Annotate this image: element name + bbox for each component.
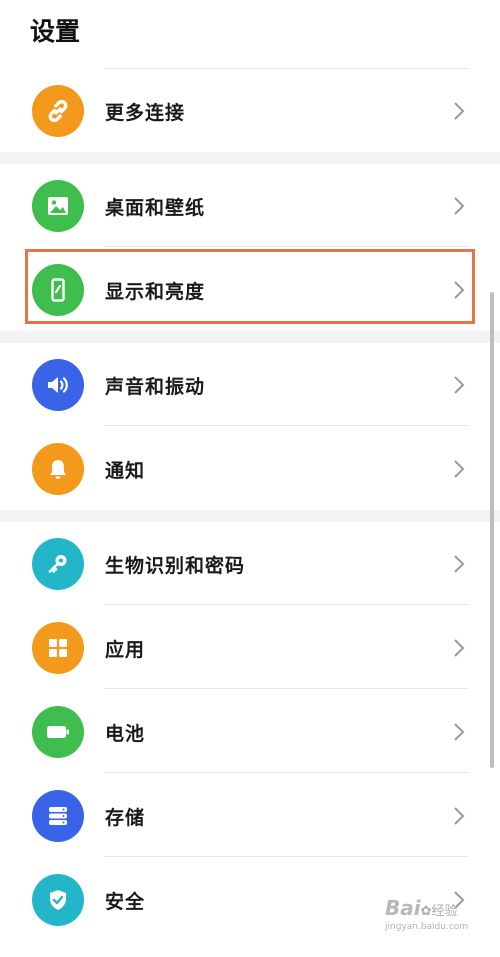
page-title: 设置 (30, 17, 81, 46)
settings-item-desktop-wallpaper[interactable]: 桌面和壁纸 (0, 165, 500, 247)
chevron-right-icon (454, 807, 465, 825)
settings-item-label: 生物识别和密码 (105, 555, 246, 577)
chevron-right-icon (454, 555, 465, 573)
watermark-url: jingyan.baidu.com (385, 922, 469, 932)
settings-item-label: 更多连接 (105, 102, 186, 124)
chevron-right-icon (454, 102, 465, 120)
top-divider (104, 68, 468, 69)
key-icon (32, 538, 84, 590)
settings-item-label: 声音和振动 (105, 376, 206, 398)
highlight-box (25, 249, 475, 324)
chevron-right-icon (454, 376, 465, 394)
settings-item-more-connections[interactable]: 更多连接 (0, 70, 500, 152)
battery-icon (32, 706, 84, 758)
speaker-icon (32, 359, 84, 411)
settings-item-label: 应用 (105, 639, 146, 661)
link-icon (32, 85, 84, 137)
watermark-brand: Bai (385, 896, 421, 920)
group-separator (0, 510, 500, 522)
shield-check-icon (32, 874, 84, 926)
apps-grid-icon (32, 622, 84, 674)
row-divider (104, 772, 468, 773)
row-divider (104, 246, 468, 247)
watermark: Bai✿经验 jingyan.baidu.com (385, 898, 469, 934)
chevron-right-icon (454, 197, 465, 215)
storage-icon (32, 790, 84, 842)
settings-item-label: 通知 (105, 460, 146, 482)
settings-item-label: 安全 (105, 891, 146, 913)
row-divider (104, 856, 468, 857)
bell-icon (32, 443, 84, 495)
settings-item-battery[interactable]: 电池 (0, 691, 500, 773)
row-divider (104, 604, 468, 605)
group-separator (0, 331, 500, 343)
watermark-paw-icon: ✿ (420, 904, 432, 919)
settings-item-notifications[interactable]: 通知 (0, 428, 500, 510)
chevron-right-icon (454, 723, 465, 741)
row-divider (104, 425, 468, 426)
settings-screen: 设置 更多连接 桌面和壁纸 显示和亮度 声音和振动 通知 生物识别和密码 应用 … (0, 0, 500, 957)
chevron-right-icon (454, 460, 465, 478)
watermark-brand-suffix: 经验 (431, 904, 458, 919)
settings-item-sound-vibration[interactable]: 声音和振动 (0, 344, 500, 426)
settings-item-label: 电池 (105, 723, 146, 745)
chevron-right-icon (454, 639, 465, 657)
row-divider (104, 688, 468, 689)
settings-item-apps[interactable]: 应用 (0, 607, 500, 689)
settings-item-label: 桌面和壁纸 (105, 197, 206, 219)
settings-item-storage[interactable]: 存储 (0, 775, 500, 857)
image-icon (32, 180, 84, 232)
group-separator (0, 152, 500, 164)
settings-item-label: 存储 (105, 807, 146, 829)
scrollbar[interactable] (490, 292, 494, 768)
settings-item-biometrics-password[interactable]: 生物识别和密码 (0, 523, 500, 605)
